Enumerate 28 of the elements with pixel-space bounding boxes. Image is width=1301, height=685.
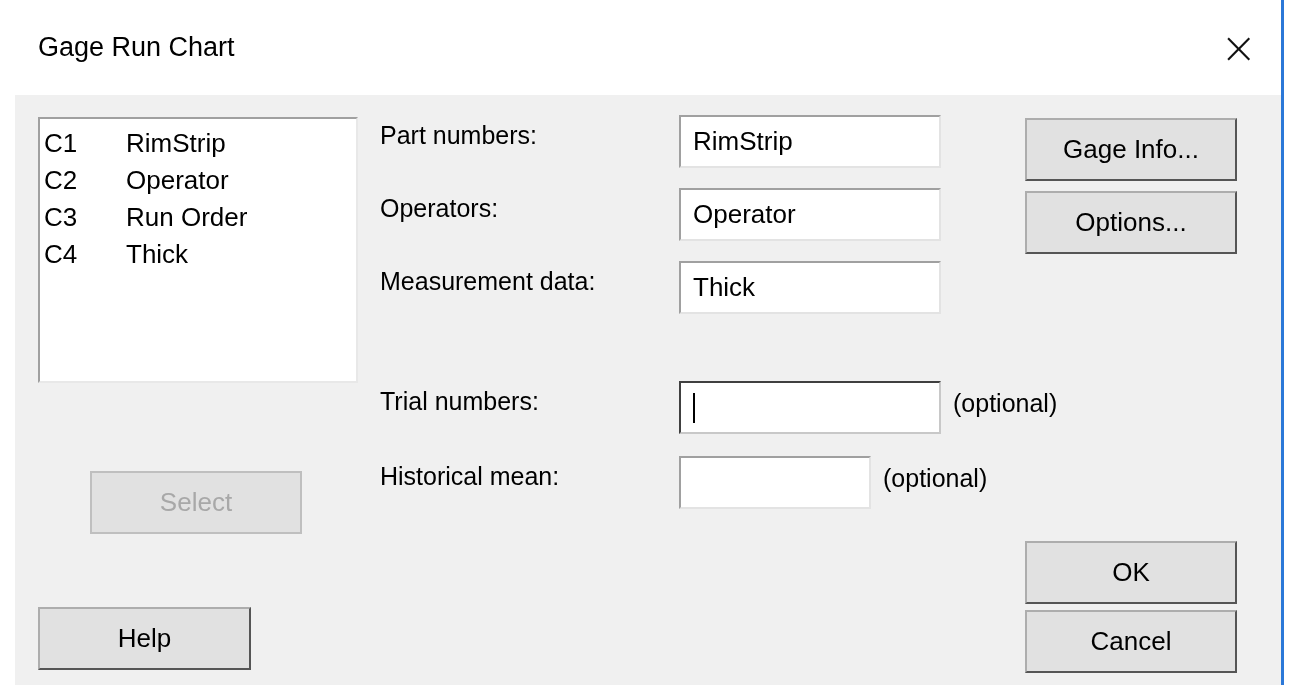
cancel-button[interactable]: Cancel: [1025, 610, 1237, 673]
field-label: Trial numbers:: [380, 386, 540, 416]
variable-name[interactable]: Operator: [126, 165, 229, 196]
variable-name[interactable]: Run Order: [126, 202, 248, 233]
column-id[interactable]: C3: [44, 202, 126, 233]
variable-name[interactable]: RimStrip: [126, 128, 226, 159]
field-label: Operators:: [380, 193, 500, 223]
optional-note: (optional): [953, 388, 1058, 418]
close-button[interactable]: ×: [1216, 22, 1261, 73]
input-field[interactable]: RimStrip: [679, 115, 941, 168]
column-id[interactable]: C4: [44, 239, 126, 270]
input-field[interactable]: Operator: [679, 188, 941, 241]
column-id[interactable]: C2: [44, 165, 126, 196]
field-label: Part numbers:: [380, 120, 538, 150]
variable-list[interactable]: C1 RimStrip C2 Operator C3 Run Order C4 Thick: [38, 117, 358, 383]
input-field[interactable]: [679, 381, 941, 434]
column-id[interactable]: C1: [44, 128, 126, 159]
input-field[interactable]: [679, 456, 871, 509]
ok-button[interactable]: OK: [1025, 541, 1237, 604]
dialog-button[interactable]: Gage Info...: [1025, 118, 1237, 181]
input-field[interactable]: Thick: [679, 261, 941, 314]
dialog-button[interactable]: Options...: [1025, 191, 1237, 254]
help-button[interactable]: Help: [38, 607, 251, 670]
window-title: Gage Run Chart: [38, 32, 235, 63]
optional-note: (optional): [883, 463, 988, 493]
variable-name[interactable]: Thick: [126, 239, 189, 270]
field-label: Measurement data:: [380, 266, 597, 296]
field-label: Historical mean:: [380, 461, 561, 491]
